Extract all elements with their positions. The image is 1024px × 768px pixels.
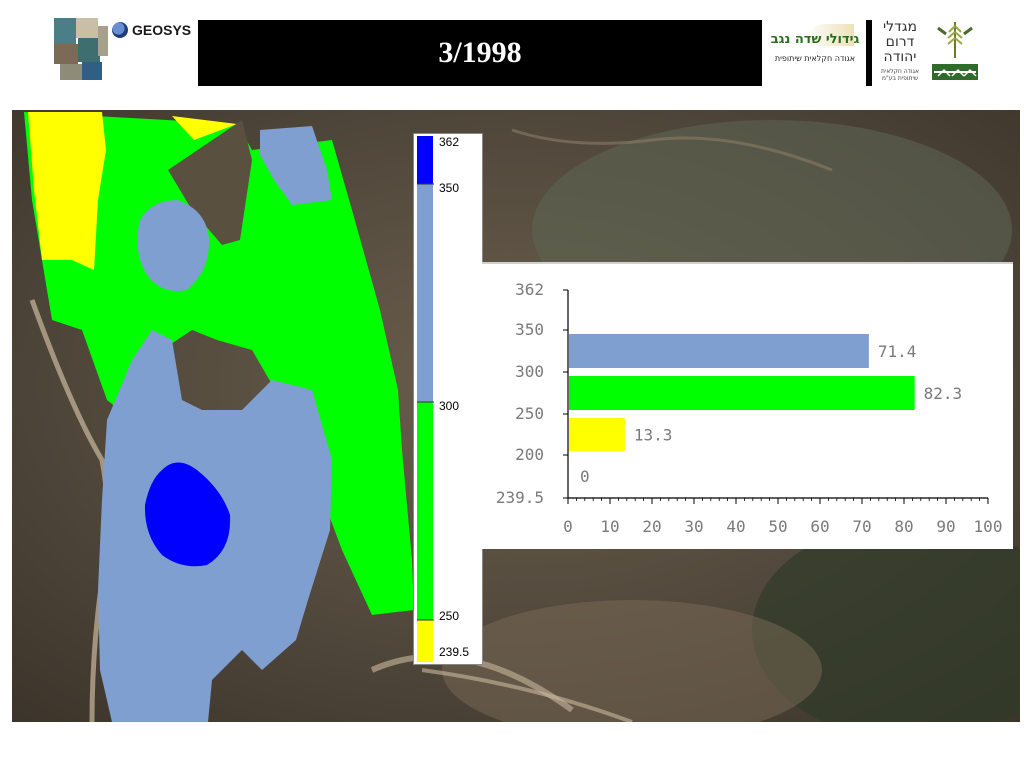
geosys-globe-icon (112, 22, 128, 38)
legend-label: 239.5 (439, 645, 469, 659)
y-tick-label: 350 (515, 320, 544, 339)
geosys-collage-image (54, 18, 108, 80)
bar-value-label: 71.4 (878, 342, 917, 361)
x-tick-label: 50 (768, 517, 787, 536)
darom-logo-subtitle: אגודה חקלאית שיתופית בע"מ (880, 68, 920, 82)
y-tick-label: 239.5 (496, 488, 544, 507)
legend-label: 350 (439, 181, 459, 195)
x-tick-label: 70 (852, 517, 871, 536)
legend-graphic: 362 350 300 250 239.5 (417, 135, 469, 662)
negev-logo-subtitle: אגודה חקלאית שיתופית (774, 54, 856, 63)
histogram-bar (569, 376, 915, 410)
geosys-logo: GEOSYS (54, 18, 199, 80)
page-title: 3/1998 (438, 36, 522, 69)
x-tick-label: 0 (563, 517, 573, 536)
y-tick-label: 200 (515, 445, 544, 464)
y-tick-label: 300 (515, 362, 544, 381)
x-tick-label: 100 (974, 517, 1003, 536)
histogram-bar (569, 418, 625, 451)
darom-logo-title: מגדלי דרום יהודה (882, 19, 917, 65)
x-tick-label: 10 (600, 517, 619, 536)
histogram-bar (569, 334, 869, 368)
y-tick-label: 250 (515, 404, 544, 423)
legend-band (417, 136, 433, 184)
wheat-emblem-icon (928, 18, 982, 84)
x-tick-label: 30 (684, 517, 703, 536)
bar-value-label: 0 (580, 467, 590, 486)
bar-value-label: 13.3 (634, 426, 673, 445)
legend-band (417, 184, 433, 402)
legend-label: 300 (439, 399, 459, 413)
histogram-panel: 362 350 300 250 200 239.5 0 10 20 30 40 50 60 70 80 90 1… (482, 262, 1013, 549)
x-tick-label: 60 (810, 517, 829, 536)
map-legend: 362 350 300 250 239.5 (413, 133, 483, 665)
x-tick-label: 90 (936, 517, 955, 536)
x-tick-label: 80 (894, 517, 913, 536)
histogram-chart: 362 350 300 250 200 239.5 0 10 20 30 40 50 60 70 80 90 1… (496, 280, 1003, 536)
x-tick-label: 40 (726, 517, 745, 536)
darom-yehuda-logo: מגדלי דרום יהודה אגודה חקלאית שיתופית בע… (874, 16, 984, 86)
geosys-label: GEOSYS (132, 22, 192, 38)
logo-divider (866, 20, 872, 86)
legend-label: 362 (439, 135, 459, 149)
negev-field-crops-logo: גידולי שדה נגב אגודה חקלאית שיתופית (764, 22, 864, 84)
bar-value-label: 82.3 (924, 384, 963, 403)
legend-label: 250 (439, 609, 459, 623)
negev-logo-title: גידולי שדה נגב (770, 32, 860, 47)
legend-band (417, 402, 433, 620)
x-tick-label: 20 (642, 517, 661, 536)
legend-band (417, 620, 433, 662)
y-tick-label: 362 (515, 280, 544, 299)
